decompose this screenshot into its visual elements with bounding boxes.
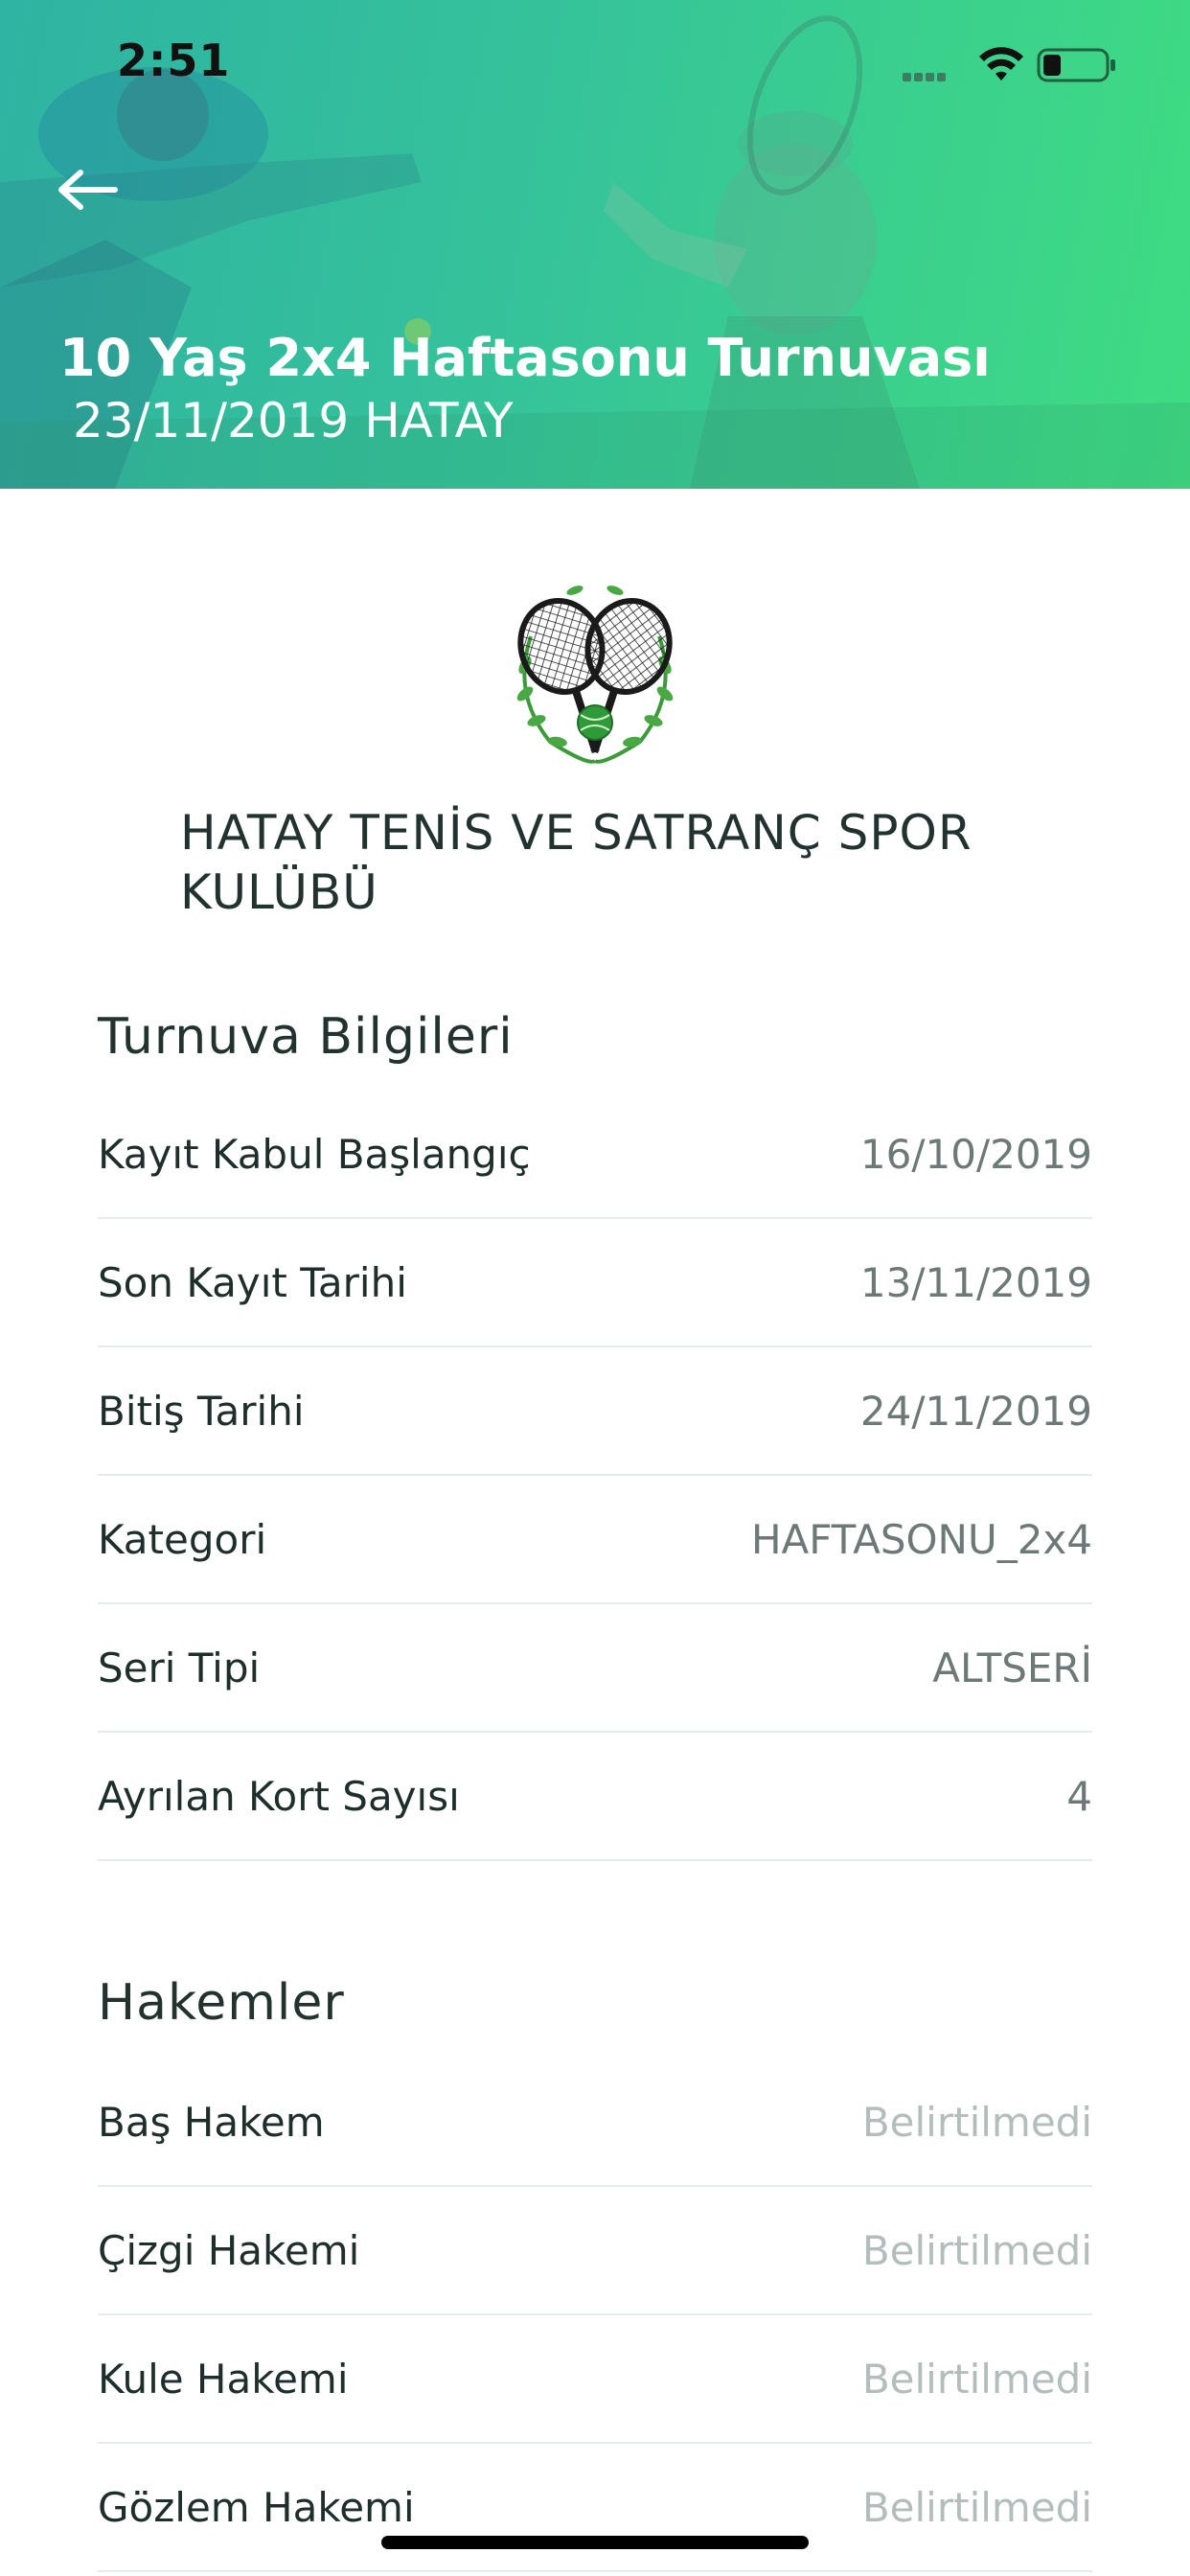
section-title-tournament-info: Turnuva Bilgileri (98, 1008, 514, 1066)
row-label: Seri Tipi (98, 1644, 261, 1691)
row-value: Belirtilmedi (861, 2098, 1092, 2146)
info-row-court-count: Ayrılan Kort Sayısı 4 (98, 1733, 1092, 1861)
info-row-registration-start: Kayıt Kabul Başlangıç 16/10/2019 (98, 1091, 1092, 1219)
row-label: Bitiş Tarihi (98, 1387, 305, 1435)
referee-row-line: Çizgi Hakemi Belirtilmedi (98, 2187, 1092, 2315)
row-value: HAFTASONU_2x4 (750, 1515, 1092, 1563)
referee-row-observer: Gözlem Hakemi Belirtilmedi (98, 2444, 1092, 2572)
cellular-signal-icon (903, 67, 949, 85)
page-title: 10 Yaş 2x4 Haftasonu Turnuvası (59, 328, 991, 388)
row-value: Belirtilmedi (861, 2355, 1092, 2403)
row-label: Ayrılan Kort Sayısı (98, 1772, 460, 1820)
home-indicator[interactable] (381, 2536, 809, 2549)
page-subtitle: 23/11/2019 HATAY (73, 393, 514, 448)
row-value: Belirtilmedi (861, 2226, 1092, 2274)
battery-icon (1037, 48, 1115, 82)
row-value: Belirtilmedi (861, 2483, 1092, 2531)
club-name: HATAY TENİS VE SATRANÇ SPOR KULÜBÜ (180, 805, 973, 920)
row-label: Çizgi Hakemi (98, 2226, 360, 2274)
row-value: 16/10/2019 (859, 1130, 1092, 1178)
row-label: Son Kayıt Tarihi (98, 1258, 407, 1306)
header-banner: 2:51 10 Yaş 2x4 Haftasonu Turnuvası 23/1… (0, 0, 1190, 489)
arrow-left-icon[interactable] (56, 161, 123, 218)
info-row-last-registration: Son Kayıt Tarihi 13/11/2019 (98, 1219, 1092, 1347)
row-value: 24/11/2019 (859, 1387, 1092, 1435)
row-label: Gözlem Hakemi (98, 2483, 415, 2531)
info-row-end-date: Bitiş Tarihi 24/11/2019 (98, 1347, 1092, 1476)
row-label: Kategori (98, 1515, 267, 1563)
row-value: 4 (1066, 1772, 1092, 1820)
status-icons (903, 42, 1133, 86)
info-row-category: Kategori HAFTASONU_2x4 (98, 1476, 1092, 1604)
crossed-tennis-rackets-icon (516, 586, 674, 764)
section-title-referees: Hakemler (98, 1974, 345, 2032)
status-time: 2:51 (117, 34, 231, 86)
referee-row-head: Baş Hakem Belirtilmedi (98, 2058, 1092, 2187)
row-value: ALTSERİ (932, 1644, 1092, 1691)
tournament-info-list: Kayıt Kabul Başlangıç 16/10/2019 Son Kay… (98, 1091, 1092, 1861)
info-row-series-type: Seri Tipi ALTSERİ (98, 1604, 1092, 1733)
referee-row-tower: Kule Hakemi Belirtilmedi (98, 2315, 1092, 2444)
row-label: Kule Hakemi (98, 2355, 349, 2403)
wifi-icon (979, 47, 1023, 80)
row-label: Kayıt Kabul Başlangıç (98, 1130, 531, 1178)
referees-list: Baş Hakem Belirtilmedi Çizgi Hakemi Beli… (98, 2058, 1092, 2572)
row-label: Baş Hakem (98, 2098, 325, 2146)
row-value: 13/11/2019 (859, 1258, 1092, 1306)
